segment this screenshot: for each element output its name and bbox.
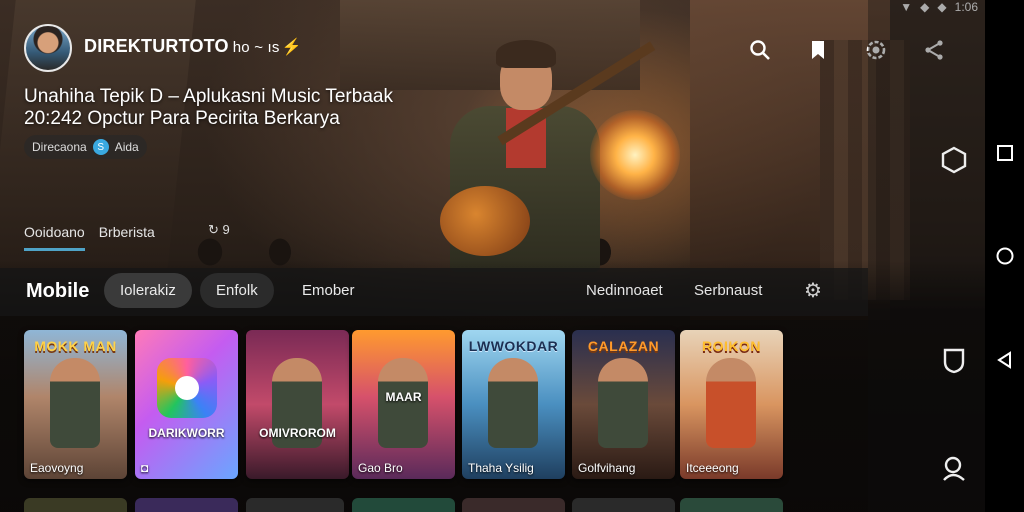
card-character xyxy=(50,358,100,448)
chip-1[interactable]: Iolerakiz xyxy=(104,273,192,308)
avatar[interactable] xyxy=(24,24,72,72)
meta-left-label: Direcaona xyxy=(32,140,87,154)
card-caption: Itceeeong xyxy=(686,461,739,475)
link-right-1[interactable]: Nedinnoaet xyxy=(586,282,663,299)
card-character xyxy=(706,358,756,448)
category-title: Mobile xyxy=(26,280,90,302)
hero-tabs: Ooidoano Brberista xyxy=(24,224,155,251)
meta-right-label: Aida xyxy=(114,140,139,154)
link-right-2[interactable]: Serbnaust xyxy=(694,282,762,299)
search-icon[interactable] xyxy=(742,32,778,68)
card-caption: Thaha Ysilig xyxy=(468,461,534,475)
app-logo-icon xyxy=(157,358,217,418)
system-nav-bar xyxy=(985,0,1024,512)
circle-icon[interactable] xyxy=(985,241,1024,271)
card-art-title: LWWOKDAR xyxy=(468,338,559,354)
card-character xyxy=(598,358,648,448)
card-title: DARIKWORR xyxy=(148,426,225,440)
app-card-4[interactable]: MAAR Gao Bro xyxy=(352,330,455,479)
card-caption: Eaovoyng xyxy=(30,461,84,475)
app-badge-icon: S xyxy=(92,139,109,155)
hexagon-icon[interactable] xyxy=(938,144,970,176)
card-caption: ◘ xyxy=(141,461,149,475)
tab-second[interactable]: Brberista xyxy=(99,224,155,251)
bolt-icon: ⚡ xyxy=(281,39,302,56)
app-card-peek-6[interactable] xyxy=(572,498,675,512)
headline-line-1: Unahiha Tepik D – Aplukasni Music Terbaa… xyxy=(24,86,393,107)
app-card-peek-1[interactable] xyxy=(24,498,127,512)
card-caption: Golfvihang xyxy=(578,461,636,475)
app-card-5[interactable]: LWWOKDAR Thaha Ysilig xyxy=(462,330,565,479)
app-card-peek-7[interactable] xyxy=(680,498,783,512)
brand-suffix: ho ~ ıs xyxy=(232,39,280,56)
tab-active[interactable]: Ooidoano xyxy=(24,224,85,251)
app-card-7[interactable]: ROIKON Itceeeong xyxy=(680,330,783,479)
card-art-title: ROIKON xyxy=(702,338,761,354)
triangle-back-icon[interactable] xyxy=(985,345,1024,375)
app-card-peek-2[interactable] xyxy=(135,498,238,512)
meta-chip[interactable]: Direcaona S Aida xyxy=(24,135,147,159)
square-icon[interactable] xyxy=(985,138,1024,168)
fire-glow xyxy=(590,110,680,200)
card-title: OMIVROROM xyxy=(259,426,336,440)
brand-name: DIREKTURTOTO xyxy=(84,36,229,56)
card-caption: Gao Bro xyxy=(358,461,403,475)
app-card-3[interactable]: OMIVROROM xyxy=(246,330,349,479)
profile-icon[interactable] xyxy=(938,452,970,484)
card-character xyxy=(488,358,538,448)
badge-icon[interactable] xyxy=(800,32,836,68)
refresh-badge[interactable]: ↻ 9 xyxy=(208,222,230,238)
app-title: DIREKTURTOTO ho ~ ıs ⚡ xyxy=(84,36,302,57)
app-card-2[interactable]: DARIKWORR ◘ xyxy=(135,330,238,479)
card-title: MAAR xyxy=(385,390,422,404)
app-card-1[interactable]: MOKK MAN Eaovoyng xyxy=(24,330,127,479)
settings-gear-icon[interactable]: ⚙ xyxy=(804,278,822,303)
chip-2[interactable]: Enfolk xyxy=(200,273,274,308)
app-card-peek-3[interactable] xyxy=(246,498,344,512)
app-card-peek-5[interactable] xyxy=(462,498,565,512)
chip-3[interactable]: Emober xyxy=(286,273,371,308)
card-art-title: MOKK MAN xyxy=(34,338,117,354)
card-art-title: CALAZAN xyxy=(587,338,660,354)
app-card-peek-4[interactable] xyxy=(352,498,455,512)
app-card-6[interactable]: CALAZAN Golfvihang xyxy=(572,330,675,479)
shield-icon[interactable] xyxy=(938,344,970,376)
hero-headline: Unahiha Tepik D – Aplukasni Music Terbaa… xyxy=(24,86,444,130)
headline-line-2: 20:242 Opctur Para Pecirita Berkarya xyxy=(24,108,340,129)
side-panel xyxy=(868,0,985,512)
